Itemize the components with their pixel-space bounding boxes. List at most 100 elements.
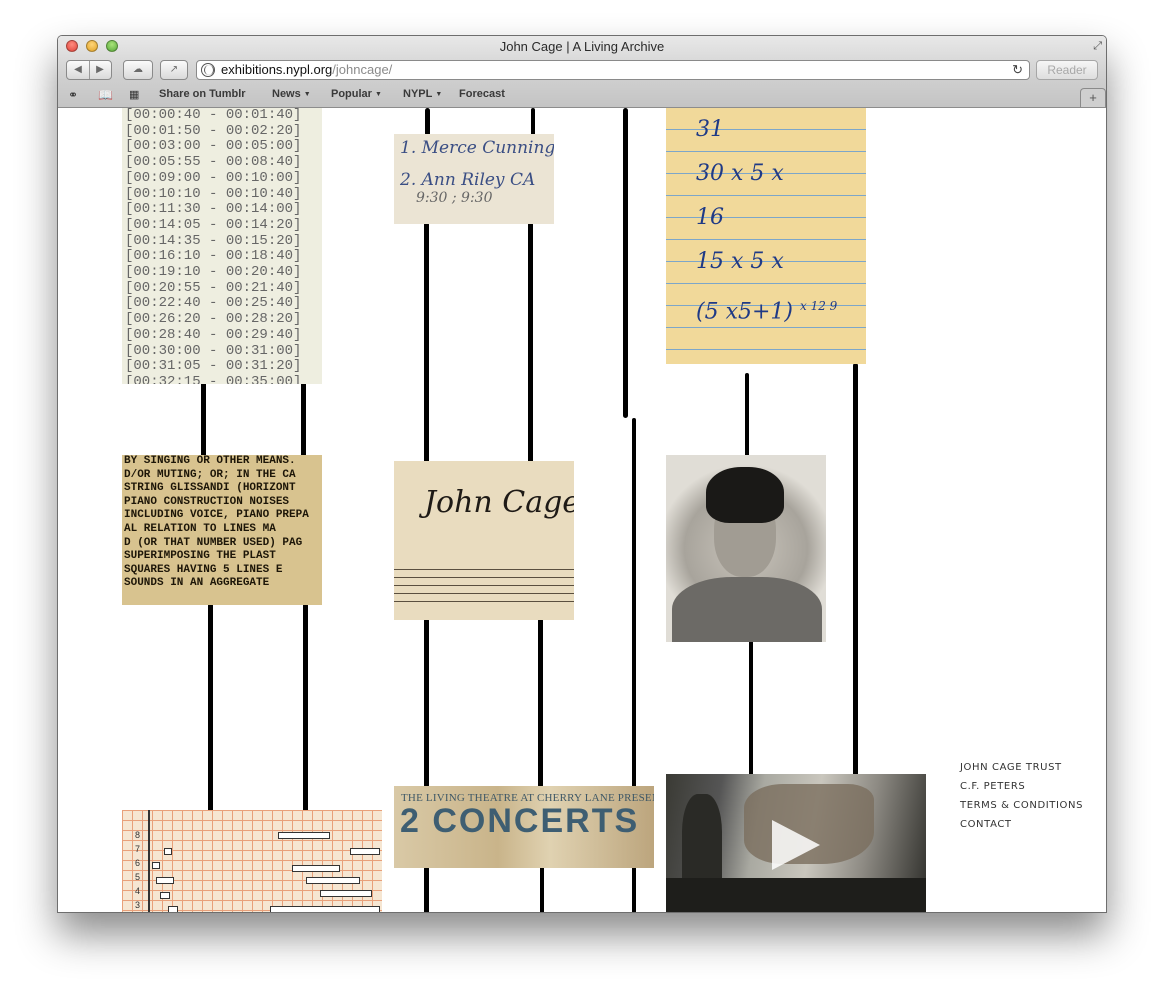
- archive-tile-performers[interactable]: 1. Merce Cunningham 2. Ann Riley CA 9:30…: [394, 134, 554, 224]
- timecode-line: [00:26:20 - 00:28:20]: [125, 311, 302, 328]
- footer-link-cf-peters[interactable]: C.F. PETERS: [960, 777, 1083, 796]
- archive-tile-portrait[interactable]: [666, 455, 826, 642]
- handwritten-line: 2. Ann Riley CA: [400, 170, 536, 190]
- typed-line: SUPERIMPOSING THE PLAST: [124, 550, 276, 563]
- archive-tile-typed-instructions[interactable]: BY SINGING OR OTHER MEANS. D/OR MUTING; O…: [122, 455, 322, 605]
- video-frame-person: [682, 794, 722, 889]
- new-tab-button[interactable]: +: [1080, 88, 1106, 107]
- formula-exponent: x 12 9: [800, 299, 838, 313]
- archive-tile-concert-poster[interactable]: THE LIVING THEATRE AT CHERRY LANE PRESEN…: [394, 786, 654, 868]
- bookmark-nypl[interactable]: NYPL ▼: [403, 88, 442, 100]
- timecode-line: [00:30:00 - 00:31:00]: [125, 342, 302, 359]
- share-icon: ↗: [169, 64, 179, 75]
- graph-axis-number: 8: [135, 830, 141, 840]
- top-sites-grid-icon[interactable]: ▦: [129, 88, 139, 101]
- icloud-tabs-button[interactable]: ☁: [123, 60, 153, 80]
- timecode-line: [00:03:00 - 00:05:00]: [125, 138, 302, 155]
- share-button[interactable]: ↗: [160, 60, 188, 80]
- timecode-line: [00:28:40 - 00:29:40]: [125, 326, 302, 343]
- footer-link-terms[interactable]: TERMS & CONDITIONS: [960, 796, 1083, 815]
- timecode-line: [00:20:55 - 00:21:40]: [125, 279, 302, 296]
- timecode-line: [00:22:40 - 00:25:40]: [125, 295, 302, 312]
- ink-line: [538, 618, 543, 788]
- ink-line: [424, 618, 429, 788]
- timecode-line: [00:00:40 - 00:01:40]: [125, 108, 302, 123]
- poster-title: 2 CONCERTS: [400, 802, 640, 840]
- footer-links: JOHN CAGE TRUST C.F. PETERS TERMS & COND…: [960, 758, 1083, 834]
- timecode-line: [00:09:00 - 00:10:00]: [125, 169, 302, 186]
- browser-window: John Cage | A Living Archive ⤢ ◀ ▶ ☁ ↗ ex…: [57, 35, 1107, 913]
- play-icon[interactable]: [772, 820, 820, 870]
- graph-axis: [148, 810, 150, 912]
- formula-text: (5 x5+1): [696, 299, 793, 325]
- ink-line: [623, 108, 628, 418]
- timecode-line: [00:19:10 - 00:20:40]: [125, 264, 302, 281]
- bookmark-popular-label: Popular: [331, 88, 372, 100]
- typed-line: PIANO CONSTRUCTION NOISES: [124, 495, 290, 508]
- ink-line: [201, 378, 206, 458]
- page-content: [00:00:40 - 00:01:40] [00:01:50 - 00:02:2…: [58, 108, 1106, 912]
- score-bar: [270, 906, 380, 912]
- reload-icon[interactable]: ↻: [1012, 61, 1023, 79]
- ink-line: [303, 603, 308, 813]
- reader-button[interactable]: Reader: [1036, 60, 1098, 80]
- window-title: John Cage | A Living Archive: [499, 39, 665, 54]
- fullscreen-icon[interactable]: ⤢: [1093, 40, 1102, 53]
- ink-line: [853, 363, 858, 778]
- bookmark-forecast[interactable]: Forecast: [459, 88, 505, 100]
- graph-axis-number: 4: [135, 886, 141, 896]
- archive-tile-signature[interactable]: John Cage: [394, 461, 574, 620]
- ink-line: [208, 603, 213, 813]
- staff-line: [394, 585, 574, 586]
- ink-line: [531, 108, 535, 136]
- bookmarks-book-icon[interactable]: 📖: [98, 88, 113, 102]
- staff-line: [394, 577, 574, 578]
- back-forward-buttons: ◀ ▶: [66, 60, 112, 80]
- typed-text-list: BY SINGING OR OTHER MEANS. D/OR MUTING; O…: [124, 455, 322, 591]
- chevron-down-icon: ▼: [303, 91, 311, 98]
- archive-tile-timecodes[interactable]: [00:00:40 - 00:01:40] [00:01:50 - 00:02:2…: [122, 108, 322, 384]
- handwritten-line: 1. Merce Cunningham: [400, 138, 554, 158]
- handwritten-line: (5 x5+1) x 12 9: [696, 284, 866, 328]
- footer-link-john-cage-trust[interactable]: JOHN CAGE TRUST: [960, 758, 1083, 777]
- bookmark-news[interactable]: News ▼: [272, 88, 311, 100]
- timecode-line: [00:14:05 - 00:14:20]: [125, 216, 302, 233]
- address-bar[interactable]: exhibitions.nypl.org/johncage/ ↻: [196, 60, 1030, 80]
- timecode-line: [00:05:55 - 00:08:40]: [125, 154, 302, 171]
- cloud-icon: ☁: [133, 64, 143, 75]
- ink-line: [425, 108, 430, 136]
- archive-tile-graph-score[interactable]: 8 7 6 5 4 3: [122, 810, 382, 912]
- score-bar: [168, 906, 178, 912]
- ink-line: [528, 222, 533, 464]
- ink-line: [540, 866, 544, 912]
- timecode-line: [00:31:05 - 00:31:20]: [125, 358, 302, 375]
- handwritten-line: 31: [696, 117, 724, 142]
- site-globe-icon: [201, 63, 215, 77]
- handwritten-line: 16: [696, 205, 724, 230]
- back-button[interactable]: ◀: [68, 61, 89, 79]
- footer-link-contact[interactable]: CONTACT: [960, 815, 1083, 834]
- chevron-down-icon: ▼: [435, 91, 443, 98]
- ink-line: [301, 378, 306, 458]
- graph-axis-number: 5: [135, 872, 141, 882]
- signature-text: John Cage: [424, 485, 574, 520]
- forward-button[interactable]: ▶: [90, 61, 111, 79]
- score-bar: [152, 862, 160, 869]
- bookmark-popular[interactable]: Popular ▼: [331, 88, 382, 100]
- ink-line: [424, 866, 429, 912]
- graph-axis-number: 3: [135, 900, 141, 910]
- ink-line: [424, 222, 429, 464]
- score-bar: [164, 848, 172, 855]
- handwritten-line: 15 x 5 x: [696, 249, 784, 274]
- archive-tile-video[interactable]: [666, 774, 926, 912]
- timecode-line: [00:10:10 - 00:10:40]: [125, 185, 302, 202]
- bookmark-share-on-tumblr[interactable]: Share on Tumblr: [159, 88, 246, 100]
- archive-tile-calculations[interactable]: 31 30 x 5 x 16 15 x 5 x (5 x5+1) x 12 9: [666, 108, 866, 364]
- bookmark-news-label: News: [272, 88, 301, 100]
- staff-line: [394, 593, 574, 594]
- reading-list-icon[interactable]: ⚭: [68, 88, 78, 102]
- score-bar: [278, 832, 330, 839]
- staff-line: [394, 569, 574, 570]
- url-text[interactable]: exhibitions.nypl.org/johncage/: [221, 61, 392, 79]
- ink-line: [745, 373, 749, 458]
